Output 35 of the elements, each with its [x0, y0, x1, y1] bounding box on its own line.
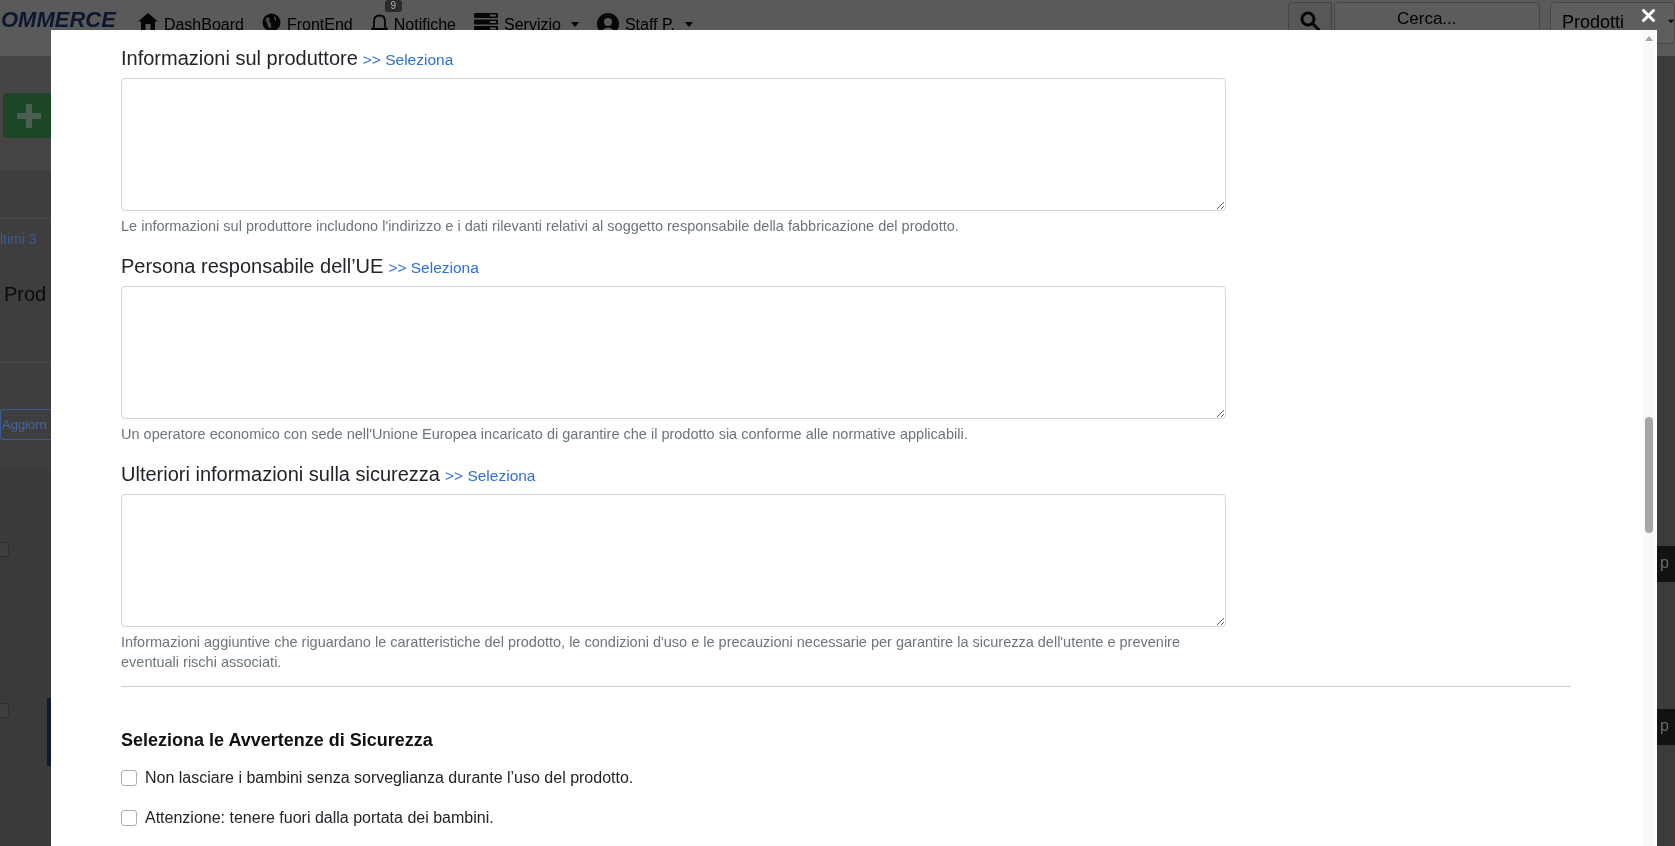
checkbox-label[interactable]: Non lasciare i bambini senza sorveglianza durante l’uso del prodotto.: [145, 767, 634, 789]
checkbox[interactable]: [121, 810, 137, 826]
scroll-up-arrow-icon[interactable]: [1645, 36, 1653, 41]
select-link[interactable]: >> Seleziona: [362, 50, 454, 70]
home-icon: [137, 13, 158, 30]
field-label: Informazioni sul produttore: [121, 46, 358, 71]
checkbox-label[interactable]: Attenzione: tenere fuori dalla portata dei bambini.: [145, 807, 494, 829]
label-chip: p: [1657, 709, 1675, 745]
globe-icon: [261, 13, 281, 32]
close-icon[interactable]: [1642, 9, 1655, 22]
select-link[interactable]: >> Seleziona: [445, 466, 536, 486]
text-area[interactable]: [121, 78, 1226, 211]
nav-link[interactable]: DashBoard: [137, 13, 244, 34]
scrollbar-thumb[interactable]: [1645, 417, 1653, 533]
field-label: Persona responsabile dell’UE: [121, 254, 384, 279]
select-link[interactable]: >> Seleziona: [388, 258, 479, 278]
bell-icon: [370, 13, 388, 32]
help-text: Un operatore economico con sede nell'Unione Europea incaricato di garantire che il prodotto sia conforme alle normative applicabili.: [121, 425, 969, 444]
section-heading: Seleziona le Avvertenze di Sicurezza: [121, 729, 434, 752]
image-placeholder: [47, 698, 51, 766]
server-icon: [474, 13, 498, 31]
text-area[interactable]: [121, 286, 1226, 419]
help-text: Le informazioni sul produttore includono l'indirizzo e i dati rilevanti relativi al soggetto responsabile della fabbricazione del prodotto.: [121, 217, 960, 236]
add-button[interactable]: [3, 93, 51, 138]
caret-icon: [1668, 19, 1674, 24]
plus-icon: [17, 103, 41, 128]
search-icon: [1300, 11, 1320, 31]
nav-link[interactable]: FrontEnd: [261, 13, 353, 34]
field-label: Ulteriori informazioni sulla sicurezza: [121, 462, 440, 487]
logo[interactable]: OMMERCE: [1, 8, 116, 32]
label-chip: p: [1657, 546, 1675, 582]
notification-badge: 9: [384, 0, 402, 12]
help-text: Informazioni aggiuntive che riguardano le caratteristiche del prodotto, le condizioni d'uso e le precauzioni necessarie per garantire la sicurezza dell'utente e prevenire eventuali rischi associati.: [121, 633, 1181, 672]
text-area[interactable]: [121, 494, 1226, 627]
checkbox[interactable]: [121, 770, 137, 786]
